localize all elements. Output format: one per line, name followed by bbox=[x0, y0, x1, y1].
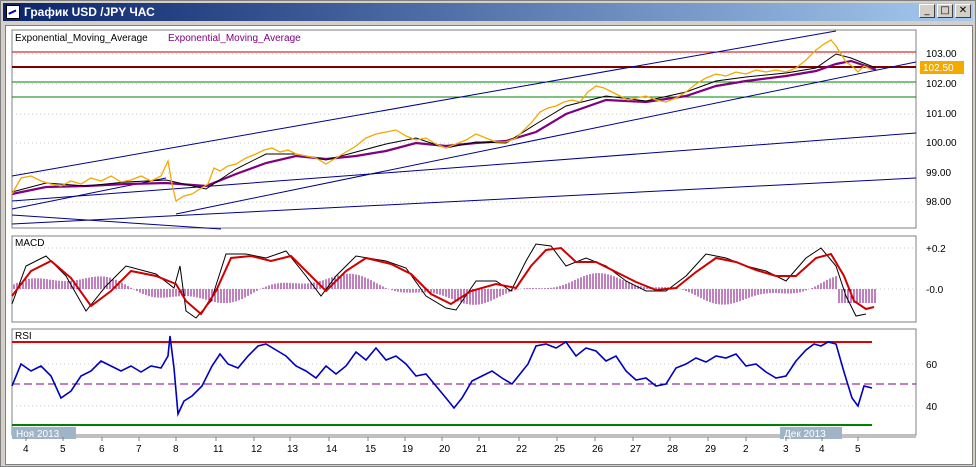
month-label-nov: Ноя 2013 bbox=[16, 429, 60, 440]
x-tick-label: 4 bbox=[23, 444, 29, 455]
macd-tick: +0.2 bbox=[926, 244, 946, 255]
legend-ema-slow: Exponential_Moving_Average bbox=[168, 33, 301, 44]
current-price-label: 102.50 bbox=[923, 63, 954, 74]
price-tick: 98.00 bbox=[926, 197, 951, 208]
x-tick-label: 7 bbox=[136, 444, 142, 455]
x-tick-label: 27 bbox=[630, 444, 642, 455]
close-button[interactable]: ✕ bbox=[955, 4, 971, 18]
rsi-label: RSI bbox=[15, 331, 32, 342]
title-bar[interactable]: График USD /JPY ЧАС _ □ ✕ bbox=[3, 3, 973, 21]
x-tick-label: 5 bbox=[60, 444, 66, 455]
x-tick-label: 8 bbox=[173, 444, 179, 455]
x-tick-label: 3 bbox=[783, 444, 789, 455]
x-tick-label: 12 bbox=[251, 444, 263, 455]
x-tick-label: 4 bbox=[819, 444, 825, 455]
price-panel[interactable]: 102.50 Exponential_Moving_Average Expone… bbox=[11, 29, 964, 230]
macd-tick: -0.0 bbox=[926, 285, 944, 296]
x-tick-label: 25 bbox=[554, 444, 566, 455]
rsi-panel[interactable]: RSI 60 40 bbox=[11, 328, 938, 436]
x-tick-label: 15 bbox=[365, 444, 377, 455]
x-tick-label: 28 bbox=[667, 444, 679, 455]
x-tick-label: 21 bbox=[476, 444, 488, 455]
price-tick: 101.00 bbox=[926, 109, 957, 120]
x-tick-label: 5 bbox=[855, 444, 861, 455]
legend-ema-fast: Exponential_Moving_Average bbox=[15, 33, 148, 44]
x-tick-label: 20 bbox=[439, 444, 451, 455]
rsi-tick: 60 bbox=[926, 360, 938, 371]
x-tick-label: 2 bbox=[743, 444, 749, 455]
x-tick-label: 19 bbox=[402, 444, 414, 455]
chart-area[interactable]: 102.50 Exponential_Moving_Average Expone… bbox=[5, 25, 973, 465]
rsi-tick: 40 bbox=[926, 402, 938, 413]
window-title: График USD /JPY ЧАС bbox=[24, 5, 155, 19]
x-tick-label: 14 bbox=[326, 444, 338, 455]
x-tick-label: 6 bbox=[99, 444, 105, 455]
x-tick-label: 29 bbox=[705, 444, 717, 455]
x-tick-label: 11 bbox=[213, 444, 224, 455]
price-tick: 102.00 bbox=[926, 79, 957, 90]
x-tick-label: 13 bbox=[287, 444, 299, 455]
macd-label: MACD bbox=[15, 238, 44, 249]
x-tick-label: 26 bbox=[592, 444, 604, 455]
x-tick-label: 22 bbox=[516, 444, 528, 455]
maximize-button[interactable]: □ bbox=[937, 4, 953, 18]
price-tick: 99.00 bbox=[926, 168, 951, 179]
chart-app-icon bbox=[6, 5, 20, 19]
chart-window: График USD /JPY ЧАС _ □ ✕ 102.50 Exponen… bbox=[0, 0, 976, 467]
price-tick: 100.00 bbox=[926, 138, 957, 149]
macd-panel[interactable]: MACD +0.2 -0.0 bbox=[11, 235, 946, 323]
price-tick: 103.00 bbox=[926, 49, 957, 60]
minimize-button[interactable]: _ bbox=[919, 4, 935, 18]
month-label-dec: Дек 2013 bbox=[784, 429, 826, 440]
